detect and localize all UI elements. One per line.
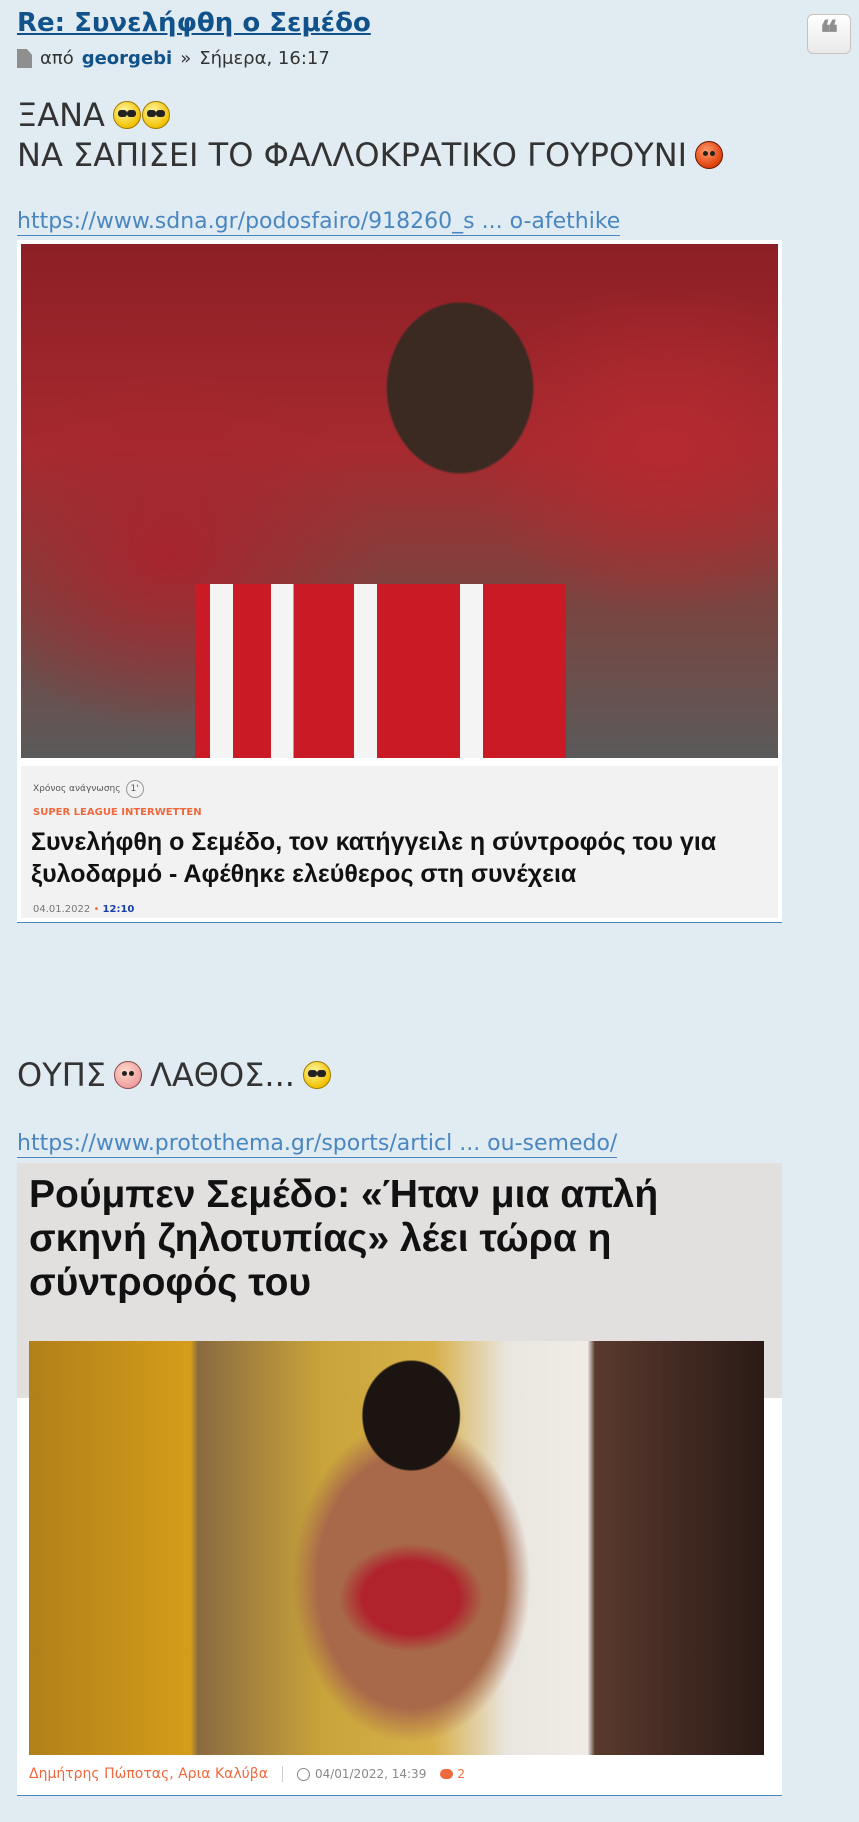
link-preview-card-2[interactable]: Ρούμπεν Σεμέδο: «Ήταν μια απλή σκηνή ζηλ…: [17, 1163, 782, 1796]
separator: »: [180, 48, 192, 69]
by-label: από: [40, 48, 74, 69]
link-preview-card-1[interactable]: Χρόνος ανάγνωσης 1' SUPER LEAGUE INTERWE…: [17, 240, 782, 923]
comments-count[interactable]: 2: [440, 1767, 465, 1781]
blush-smiley-icon: [114, 1061, 143, 1089]
article-photo-2: [29, 1341, 764, 1755]
post-meta: από georgebi » Σήμερα, 16:17: [17, 48, 330, 69]
comment-icon: [440, 1769, 454, 1779]
article-datetime: 04/01/2022, 14:39: [296, 1767, 427, 1781]
quote-button[interactable]: ❝: [807, 14, 851, 54]
angry-smiley-icon: [695, 141, 724, 169]
smiley-icon: [141, 101, 170, 129]
comments-number: 2: [457, 1767, 465, 1781]
post-datetime: Σήμερα, 16:17: [199, 48, 330, 69]
file-icon: [17, 49, 32, 68]
post-title[interactable]: Re: Συνελήφθη ο Σεμέδο: [17, 8, 371, 38]
article-authors[interactable]: Δημήτρης Πώποτας, Αρια Καλύβα: [29, 1766, 268, 1782]
content-text: ΝΑ ΣΑΠΙΣΕΙ ΤΟ ΦΑΛΛΟΚΡΑΤΙΚΟ ΓΟΥΡΟΥΝΙ: [17, 136, 688, 174]
rolling-eyes-smiley: [112, 101, 170, 129]
article-photo-1: [21, 244, 778, 758]
content-text: ΟΥΠΣ: [17, 1056, 107, 1094]
article-date-1: 04.01.2022 • 12:10: [33, 904, 135, 915]
read-time-badge: 1': [125, 780, 144, 798]
content-text: ΞΑΝΑ: [17, 96, 105, 134]
content-text: ΛΑΘΟΣ...: [150, 1056, 295, 1094]
content-line-1: ΞΑΝΑ: [17, 96, 170, 134]
datetime-text: 04/01/2022, 14:39: [314, 1767, 427, 1781]
read-time: Χρόνος ανάγνωσης 1': [33, 780, 144, 798]
cool-smiley-icon: [302, 1061, 331, 1089]
content-line-3: ΟΥΠΣ ΛΑΘΟΣ...: [17, 1056, 331, 1094]
read-time-label: Χρόνος ανάγνωσης: [33, 784, 121, 794]
author-link[interactable]: georgebi: [82, 48, 172, 69]
card-meta: Χρόνος ανάγνωσης 1' SUPER LEAGUE INTERWE…: [21, 766, 778, 918]
article-headline-2[interactable]: Ρούμπεν Σεμέδο: «Ήταν μια απλή σκηνή ζηλ…: [29, 1173, 769, 1305]
article-headline-1[interactable]: Συνελήφθη ο Σεμέδο, τον κατήγγειλε η σύν…: [31, 826, 771, 890]
article-link-1[interactable]: https://www.sdna.gr/podosfairo/918260_s …: [17, 209, 621, 236]
time: 12:10: [102, 904, 135, 915]
article-link-2[interactable]: https://www.protothema.gr/sports/articl …: [17, 1131, 618, 1158]
clock-icon: [296, 1767, 310, 1781]
category-label[interactable]: SUPER LEAGUE INTERWETTEN: [33, 807, 202, 818]
content-line-2: ΝΑ ΣΑΠΙΣΕΙ ΤΟ ΦΑΛΛΟΚΡΑΤΙΚΟ ΓΟΥΡΟΥΝΙ: [17, 136, 724, 174]
quote-icon: ❝: [819, 14, 839, 54]
date: 04.01.2022: [33, 904, 91, 915]
card-footer: Δημήτρης Πώποτας, Αρια Καλύβα 04/01/2022…: [29, 1766, 465, 1782]
smiley-icon: [112, 101, 141, 129]
divider: [281, 1766, 283, 1782]
